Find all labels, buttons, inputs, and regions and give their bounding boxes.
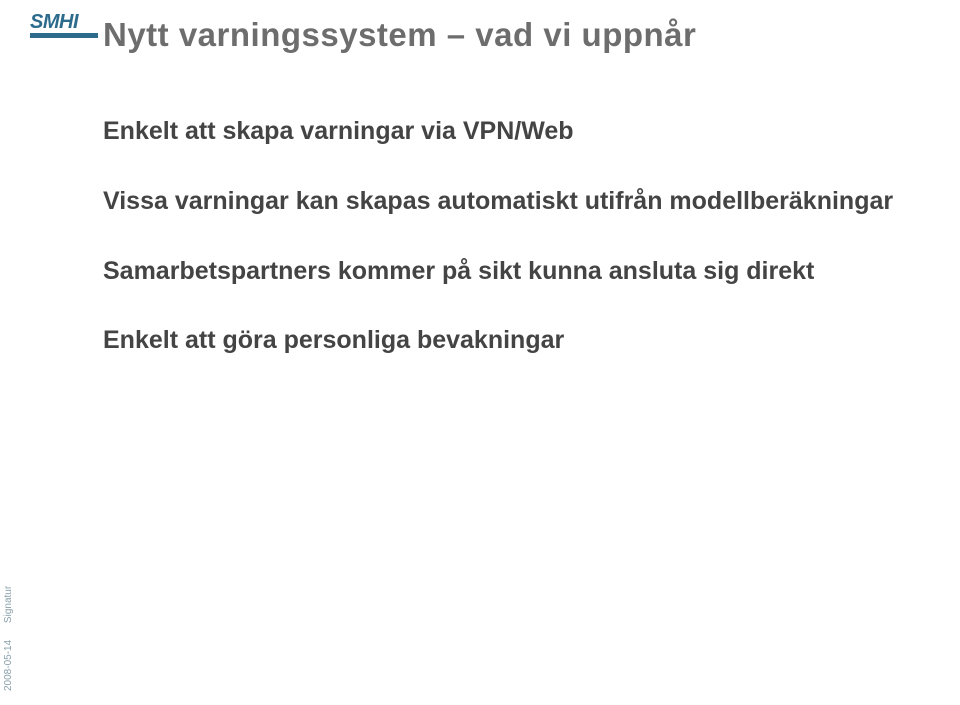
footer-signatur: Signatur xyxy=(3,586,14,623)
smhi-logo: SMHI xyxy=(30,12,98,34)
footer-side-text: 2008-05-14 Signatur xyxy=(3,586,14,691)
footer-date: 2008-05-14 xyxy=(3,640,14,691)
logo-underline xyxy=(30,33,98,38)
logo-text: SMHI xyxy=(30,12,98,32)
bullet-item: Enkelt att skapa varningar via VPN/Web xyxy=(103,115,900,149)
page-title: Nytt varningssystem – vad vi uppnår xyxy=(103,16,696,54)
bullet-item: Enkelt att göra personliga bevakningar xyxy=(103,324,900,358)
bullet-item: Samarbetspartners kommer på sikt kunna a… xyxy=(103,255,900,289)
bullet-item: Vissa varningar kan skapas automatiskt u… xyxy=(103,185,900,219)
content-area: Enkelt att skapa varningar via VPN/Web V… xyxy=(103,115,900,394)
